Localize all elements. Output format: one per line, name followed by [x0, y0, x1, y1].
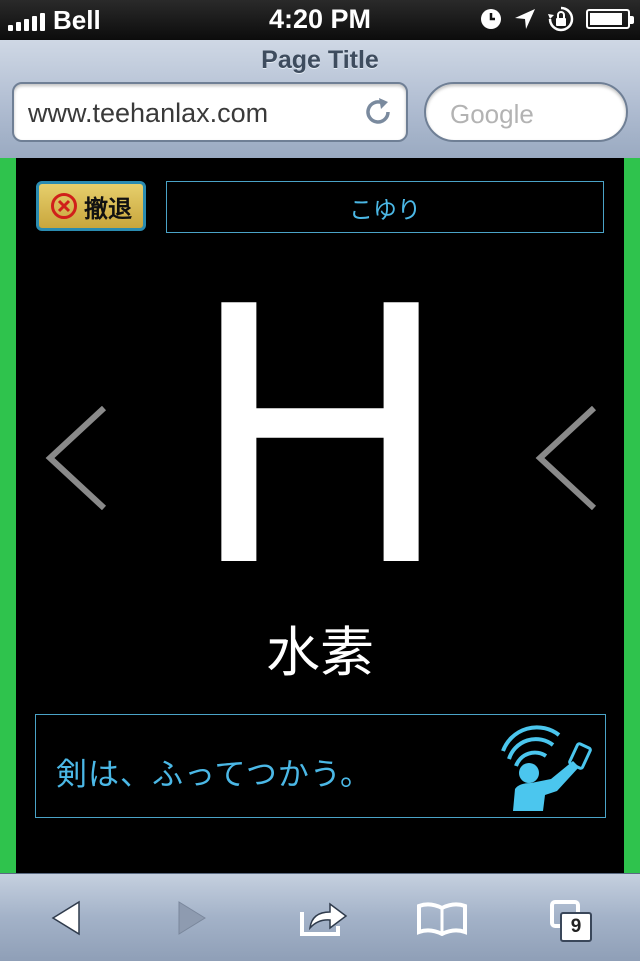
status-bar: Bell 4:20 PM: [0, 0, 640, 40]
player-name: こゆり: [349, 195, 421, 224]
battery-icon: [586, 9, 634, 29]
url-field[interactable]: www.teehanlax.com: [12, 82, 408, 142]
back-arrow-icon: [51, 900, 80, 935]
back-button[interactable]: [26, 874, 106, 961]
rotation-lock-icon: [548, 6, 574, 32]
slogan-box: 剣は、ふってつかう。: [35, 714, 606, 818]
close-circle-icon: [51, 193, 77, 219]
slogan-text: 剣は、ふってつかう。: [56, 757, 372, 793]
web-content: 撤退 こゆり H 水素 剣は、ふってつかう。: [0, 158, 640, 873]
retreat-label: 撤退: [84, 194, 132, 223]
forward-arrow-icon: [178, 900, 206, 935]
bookmarks-button[interactable]: [402, 874, 482, 961]
search-placeholder: Google: [450, 99, 534, 129]
page-title: Page Title: [261, 46, 379, 74]
share-icon: [300, 902, 348, 936]
search-field[interactable]: Google: [424, 82, 628, 142]
retreat-button[interactable]: 撤退: [36, 181, 146, 231]
status-right: [480, 6, 634, 32]
location-arrow-icon: [515, 9, 535, 29]
reload-icon[interactable]: [362, 96, 394, 128]
browser-toolbar: 9: [0, 873, 640, 961]
url-text: www.teehanlax.com: [28, 98, 269, 128]
share-button[interactable]: [284, 874, 364, 961]
bookmarks-icon: [417, 901, 467, 936]
tabs-button[interactable]: 9: [532, 874, 612, 961]
player-name-box: こゆり: [166, 181, 604, 233]
tab-count-badge: 9: [560, 912, 592, 942]
element-name: 水素: [266, 621, 374, 684]
chevron-left-icon-right[interactable]: [534, 406, 598, 510]
forward-button[interactable]: [152, 874, 232, 961]
browser-chrome: Page Title www.teehanlax.com Google: [0, 40, 640, 159]
person-waving-phone-icon: [501, 725, 592, 811]
clock-icon: [481, 9, 501, 29]
